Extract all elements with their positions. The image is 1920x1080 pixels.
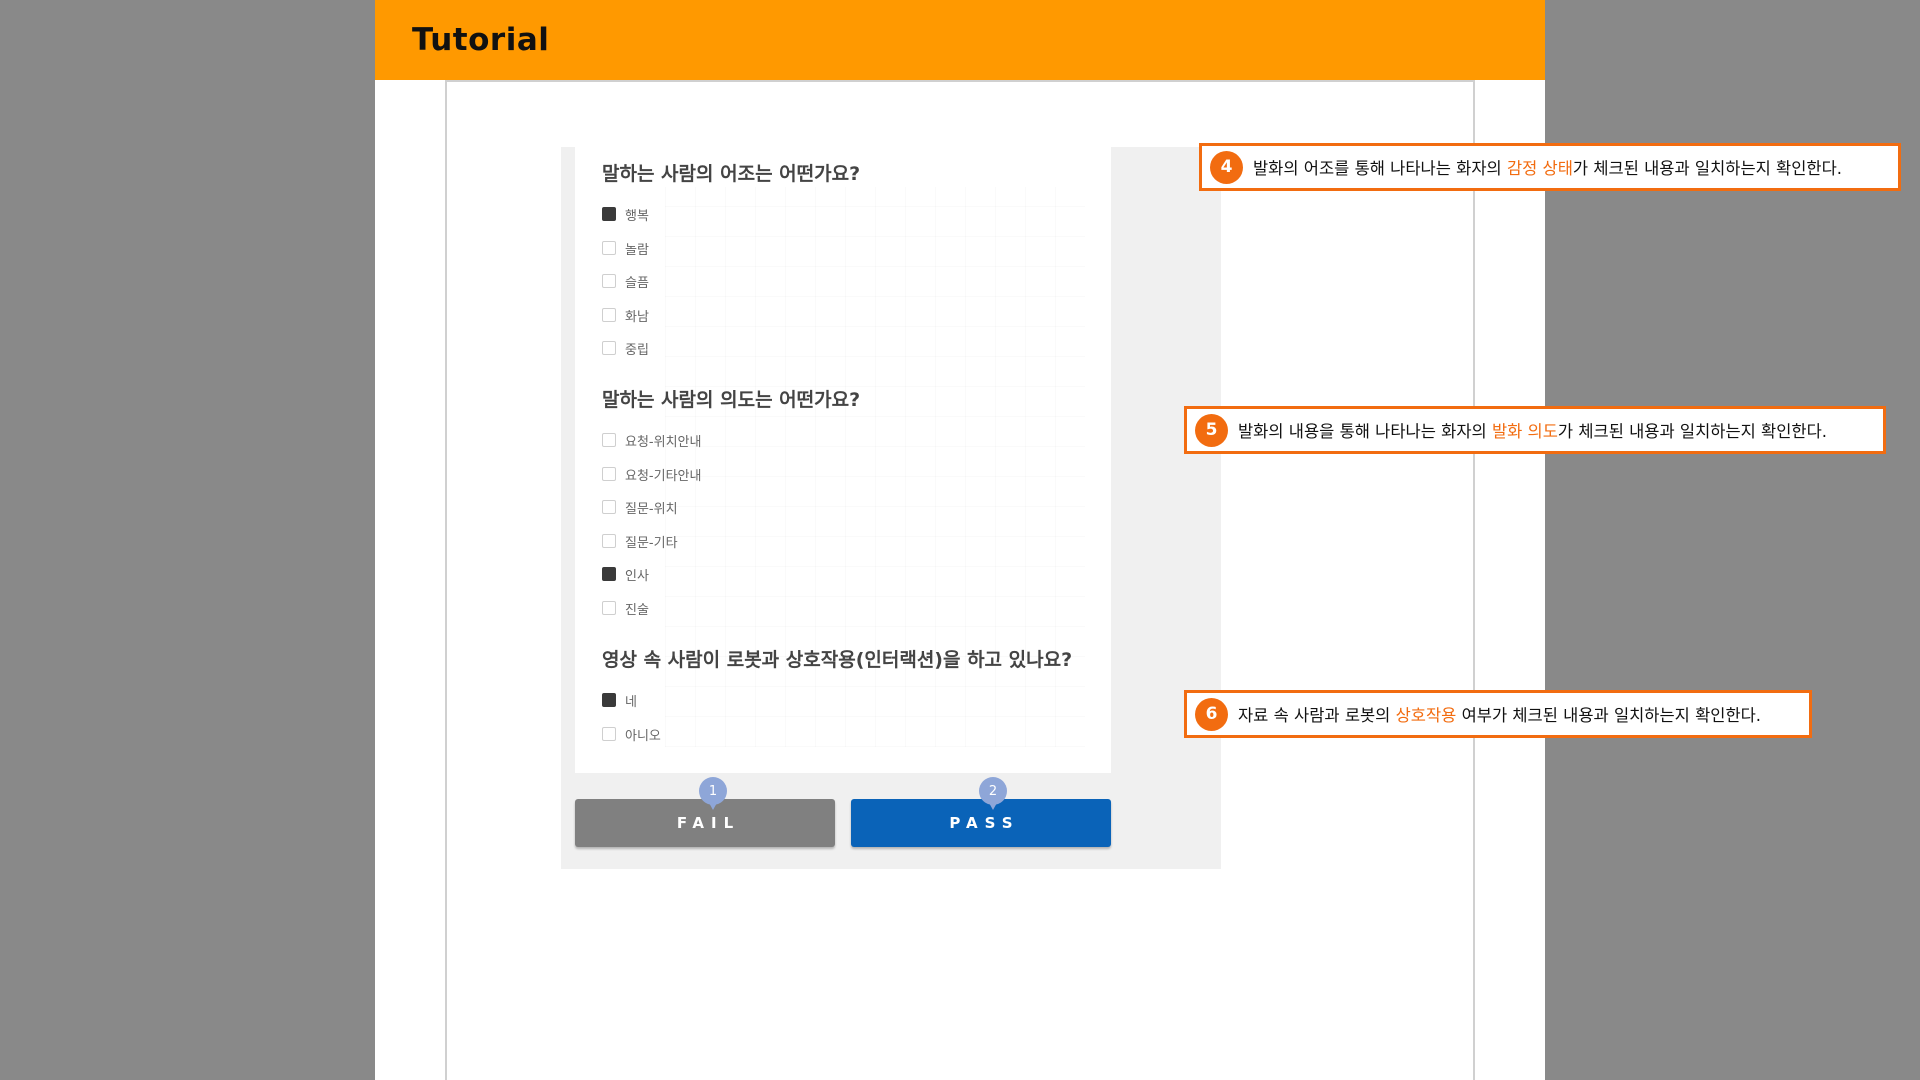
- option-intent-request-location[interactable]: 요청-위치안내: [602, 431, 701, 450]
- option-tone-sad[interactable]: 슬픔: [602, 272, 649, 291]
- callout-text: 발화의 내용을 통해 나타나는 화자의 발화 의도가 체크된 내용과 일치하는지…: [1238, 422, 1828, 441]
- step-number-badge: 4: [1210, 150, 1243, 184]
- option-interaction-no[interactable]: 아니오: [602, 725, 661, 744]
- marker-pin-icon: 1: [699, 777, 727, 810]
- checkbox-icon[interactable]: [602, 241, 616, 255]
- option-tone-angry[interactable]: 화남: [602, 306, 649, 325]
- question-interaction-title: 영상 속 사람이 로봇과 상호작용(인터랙션)을 하고 있나요?: [602, 649, 1073, 671]
- form-screenshot: 말하는 사람의 어조는 어떤가요? 행복 놀람 슬픔 화남 중립 말하는 사람의…: [561, 147, 1221, 869]
- option-intent-question-location[interactable]: 질문-위치: [602, 498, 678, 517]
- checkbox-checked-icon[interactable]: [602, 693, 616, 707]
- option-interaction-yes[interactable]: 네: [602, 691, 637, 710]
- callout-emotion: 4 발화의 어조를 통해 나타나는 화자의 감정 상태가 체크된 내용과 일치하…: [1199, 143, 1901, 191]
- callout-interaction: 6 자료 속 사람과 로봇의 상호작용 여부가 체크된 내용과 일치하는지 확인…: [1184, 690, 1812, 738]
- checkbox-icon[interactable]: [602, 601, 616, 615]
- checkbox-icon[interactable]: [602, 433, 616, 447]
- checkbox-icon[interactable]: [602, 341, 616, 355]
- pass-button[interactable]: PASS: [851, 799, 1111, 847]
- option-tone-happy[interactable]: 행복: [602, 205, 649, 224]
- tutorial-frame: 말하는 사람의 어조는 어떤가요? 행복 놀람 슬픔 화남 중립 말하는 사람의…: [445, 80, 1901, 1080]
- option-tone-surprise[interactable]: 놀람: [602, 239, 649, 258]
- checkbox-icon[interactable]: [602, 274, 616, 288]
- page-title: Tutorial: [412, 22, 550, 58]
- step-number-badge: 6: [1195, 697, 1228, 731]
- header-bar: Tutorial: [375, 0, 1545, 80]
- checkbox-icon[interactable]: [602, 467, 616, 481]
- callout-text: 발화의 어조를 통해 나타나는 화자의 감정 상태가 체크된 내용과 일치하는지…: [1253, 159, 1843, 178]
- question-tone-title: 말하는 사람의 어조는 어떤가요?: [602, 163, 861, 185]
- checkbox-checked-icon[interactable]: [602, 567, 616, 581]
- tutorial-page: Tutorial 말하는 사람의 어조는 어떤가요? 행복 놀람 슬픔 화남 중…: [375, 0, 1901, 1080]
- checkbox-icon[interactable]: [602, 500, 616, 514]
- checkbox-icon[interactable]: [602, 727, 616, 741]
- checkbox-icon[interactable]: [602, 534, 616, 548]
- question-intent-title: 말하는 사람의 의도는 어떤가요?: [602, 389, 861, 411]
- checkbox-checked-icon[interactable]: [602, 207, 616, 221]
- option-intent-greeting[interactable]: 인사: [602, 565, 649, 584]
- option-intent-statement[interactable]: 진술: [602, 599, 649, 618]
- form-panel: 말하는 사람의 어조는 어떤가요? 행복 놀람 슬픔 화남 중립 말하는 사람의…: [575, 147, 1111, 773]
- step-number-badge: 5: [1195, 413, 1228, 447]
- option-tone-neutral[interactable]: 중립: [602, 339, 649, 358]
- callout-text: 자료 속 사람과 로봇의 상호작용 여부가 체크된 내용과 일치하는지 확인한다…: [1238, 706, 1762, 725]
- fail-button[interactable]: FAIL: [575, 799, 835, 847]
- callout-intent: 5 발화의 내용을 통해 나타나는 화자의 발화 의도가 체크된 내용과 일치하…: [1184, 406, 1886, 454]
- option-intent-question-other[interactable]: 질문-기타: [602, 532, 678, 551]
- option-intent-request-other[interactable]: 요청-기타안내: [602, 465, 701, 484]
- checkbox-icon[interactable]: [602, 308, 616, 322]
- marker-pin-icon: 2: [979, 777, 1007, 810]
